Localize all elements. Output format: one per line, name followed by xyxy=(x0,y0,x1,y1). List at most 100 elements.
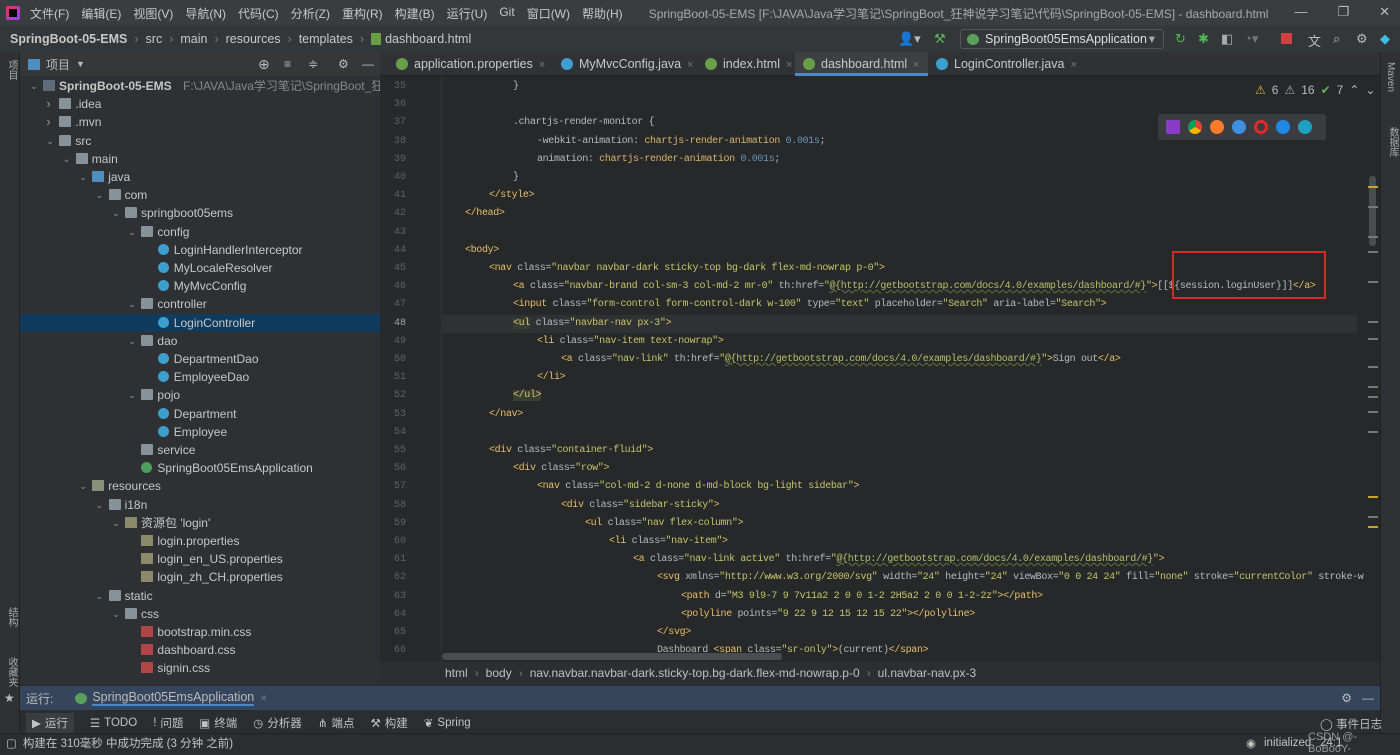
chevron-down-icon[interactable]: ⌄ xyxy=(128,386,136,404)
tree-item[interactable]: bootstrap.min.css xyxy=(20,623,380,641)
chevron-down-icon[interactable]: ⌄ xyxy=(112,514,120,532)
gear-icon[interactable]: ⚙ xyxy=(1356,31,1368,47)
code-line[interactable]: </nav> xyxy=(465,406,523,424)
code-line[interactable]: <ul class="navbar-nav px-3"> xyxy=(442,314,1357,333)
tool-window-problems[interactable]: ! 问题 xyxy=(153,715,183,731)
error-stripe-mark[interactable] xyxy=(1368,186,1378,188)
tree-item[interactable]: login_zh_CH.properties xyxy=(20,568,380,586)
menu-item[interactable]: Git xyxy=(499,5,514,22)
run-tab[interactable]: SpringBoot05EmsApplication xyxy=(92,690,255,706)
tree-item[interactable]: ⌄ springboot05ems xyxy=(20,204,380,222)
maximize-button[interactable]: ❐ xyxy=(1337,4,1349,20)
tree-item[interactable]: ⌄ main xyxy=(20,150,380,168)
error-stripe-mark[interactable] xyxy=(1368,411,1378,413)
tool-window-spring[interactable]: ❦ Spring xyxy=(424,716,471,730)
menu-item[interactable]: 编辑(E) xyxy=(81,5,121,22)
profile-icon[interactable]: ◔▾ xyxy=(1244,31,1258,47)
tool-window-endpoints[interactable]: ⋔ 端点 xyxy=(318,715,355,731)
tree-item[interactable]: › .idea xyxy=(20,95,380,113)
tab-index-html[interactable]: index.html × xyxy=(697,52,800,76)
code-line[interactable]: <div class="row"> xyxy=(465,460,609,478)
tree-item[interactable]: dashboard.css xyxy=(20,641,380,659)
inspection-widget[interactable]: ⚠ 6 ⚠ 16 ✔ 7 ⌃ ⌄ xyxy=(1255,83,1375,97)
menu-item[interactable]: 构建(B) xyxy=(395,5,435,22)
translate-icon[interactable]: 文 xyxy=(1308,31,1321,50)
tree-item[interactable]: ⌄ config xyxy=(20,223,380,241)
opera-icon[interactable] xyxy=(1254,120,1268,134)
close-button[interactable]: ✕ xyxy=(1379,4,1390,20)
code-line[interactable]: -webkit-animation: chartjs-render-animat… xyxy=(465,133,826,151)
close-icon[interactable]: × xyxy=(260,691,267,705)
error-stripe-mark[interactable] xyxy=(1368,338,1378,340)
tree-item[interactable]: LoginController xyxy=(20,313,380,332)
error-stripe-mark[interactable] xyxy=(1368,396,1378,398)
tree-item[interactable]: ⌄ src xyxy=(20,132,380,150)
code-line[interactable]: </ul> xyxy=(465,387,542,405)
rerun-icon[interactable]: ↻ xyxy=(1175,31,1186,47)
ie-icon[interactable] xyxy=(1276,120,1290,134)
tree-item[interactable]: ⌄ SpringBoot-05-EMS F:\JAVA\Java学习笔记\Sprin… xyxy=(20,77,380,95)
chevron-down-icon[interactable]: ⌄ xyxy=(112,605,120,623)
code-line[interactable]: <li class="nav-item"> xyxy=(465,533,728,551)
tree-item[interactable]: ⌄ i18n xyxy=(20,496,380,514)
close-tab-icon[interactable]: × xyxy=(539,59,545,71)
horizontal-scrollbar[interactable] xyxy=(442,653,782,660)
collapse-all-icon[interactable]: ≑ xyxy=(308,57,318,71)
menu-item[interactable]: 分析(Z) xyxy=(291,5,330,22)
tree-item[interactable]: ⌄ static xyxy=(20,587,380,605)
chevron-down-icon[interactable]: ⌄ xyxy=(128,332,136,350)
error-stripe-mark[interactable] xyxy=(1368,526,1378,528)
intellij-browser-icon[interactable] xyxy=(1166,120,1180,134)
favorites-tool-button[interactable]: 收藏夹 xyxy=(4,657,19,687)
tree-item[interactable]: LoginHandlerInterceptor xyxy=(20,241,380,259)
code-line[interactable]: </svg> xyxy=(465,624,691,642)
menu-item[interactable]: 运行(U) xyxy=(447,5,488,22)
error-stripe-mark[interactable] xyxy=(1368,366,1378,368)
code-line[interactable]: <a class="nav-link" th:href="@{http://ge… xyxy=(465,351,1121,369)
breadcrumb-src[interactable]: src xyxy=(146,32,163,46)
breadcrumb-resources[interactable]: resources xyxy=(226,32,281,46)
tree-item[interactable]: ⌄ controller xyxy=(20,295,380,313)
tree-item[interactable]: ⌄ dao xyxy=(20,332,380,350)
breadcrumb-file[interactable]: dashboard.html xyxy=(385,32,471,46)
close-tab-icon[interactable]: × xyxy=(786,59,792,71)
tool-window-run[interactable]: ▶ 运行 xyxy=(26,713,74,733)
menu-item[interactable]: 重构(R) xyxy=(342,5,383,22)
chevron-down-icon[interactable]: ⌄ xyxy=(128,223,136,241)
menu-item[interactable]: 视图(V) xyxy=(133,5,173,22)
code-editor[interactable]: 35 36 37 38 39 40 41 42 43 44 45 46 47 48 49 50 51 52 53 54… xyxy=(380,76,1380,662)
error-stripe-mark[interactable] xyxy=(1368,251,1378,253)
code-line[interactable]: } xyxy=(465,169,519,187)
locate-icon[interactable]: ⊕ xyxy=(258,56,270,73)
tool-window-profiler[interactable]: ◷ 分析器 xyxy=(253,715,302,731)
tool-window-todo[interactable]: ☰ TODO xyxy=(90,716,137,730)
menu-item[interactable]: 帮助(H) xyxy=(582,5,623,22)
menu-item[interactable]: 代码(C) xyxy=(238,5,279,22)
code-line[interactable]: </style> xyxy=(465,187,535,205)
breadcrumb-templates[interactable]: templates xyxy=(299,32,353,46)
database-tool-button[interactable]: 数据库 xyxy=(1385,127,1400,157)
code-line[interactable]: <input class="form-control form-control-… xyxy=(465,296,1107,314)
chevron-down-icon[interactable]: ⌄ xyxy=(96,496,104,514)
crumb-html[interactable]: html xyxy=(445,666,468,680)
gear-icon[interactable]: ⚙ xyxy=(338,57,349,71)
build-hammer-icon[interactable]: ⚒ xyxy=(934,31,946,47)
chevron-down-icon[interactable]: ▼ xyxy=(76,59,85,69)
project-tool-button[interactable]: 项目 xyxy=(4,60,19,80)
maven-tool-button[interactable]: Maven xyxy=(1385,62,1396,92)
expand-all-icon[interactable]: ≡ xyxy=(284,57,291,71)
crumb-body[interactable]: body xyxy=(486,666,512,680)
status-message[interactable]: 构建在 310毫秒 中成功完成 (3 分钟 之前) xyxy=(23,735,233,751)
close-tab-icon[interactable]: × xyxy=(913,59,919,71)
tree-item[interactable]: signin.css xyxy=(20,659,380,677)
chevron-down-icon[interactable]: ⌄ xyxy=(128,295,136,313)
tree-item[interactable]: service xyxy=(20,441,380,459)
error-stripe-mark[interactable] xyxy=(1368,321,1378,323)
tree-item[interactable]: › .mvn xyxy=(20,113,380,131)
chevron-down-icon[interactable]: ⌄ xyxy=(96,186,104,204)
error-stripe-mark[interactable] xyxy=(1368,496,1378,498)
minimize-button[interactable]: — xyxy=(1294,4,1307,20)
chevron-down-icon[interactable]: ⌄ xyxy=(112,204,120,222)
chevron-right-icon[interactable]: › xyxy=(46,95,50,113)
star-icon[interactable]: ★ xyxy=(4,691,15,705)
